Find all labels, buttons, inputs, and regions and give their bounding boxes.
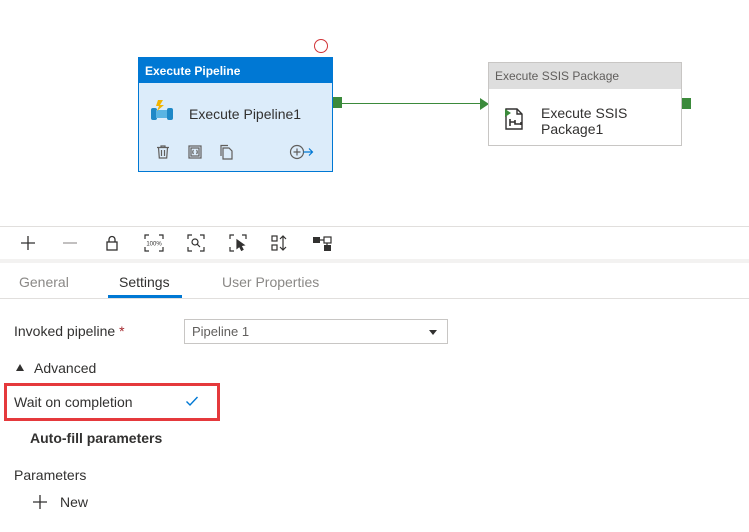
add-output-icon[interactable] [289, 143, 315, 166]
select-icon[interactable] [225, 230, 251, 256]
zoom-to-fit-icon[interactable] [183, 230, 209, 256]
activity-header: Execute SSIS Package [489, 63, 681, 89]
properties-tabs: General Settings User Properties [0, 265, 749, 299]
wait-on-completion-label: Wait on completion [14, 394, 133, 410]
ssis-package-icon [503, 107, 527, 136]
tab-general[interactable]: General [19, 274, 69, 290]
output-connector[interactable] [682, 98, 691, 109]
layout-icon[interactable] [309, 230, 335, 256]
execute-ssis-activity[interactable]: Execute SSIS Package Execute SSIS Packag… [488, 62, 682, 146]
required-marker: * [119, 323, 125, 339]
zoom-out-icon[interactable] [57, 230, 83, 256]
activity-name: Execute SSIS Package1 [541, 105, 628, 137]
activity-header: Execute Pipeline [139, 58, 332, 83]
parameters-icon[interactable] [187, 144, 203, 165]
select-value: Pipeline 1 [192, 324, 250, 339]
tab-user-properties[interactable]: User Properties [222, 274, 319, 290]
chevron-down-icon [429, 330, 437, 335]
copy-icon[interactable] [219, 144, 235, 165]
pipeline-canvas[interactable]: Execute Pipeline Execute Pipeline1 Execu… [0, 0, 749, 226]
status-circle-icon [314, 39, 328, 53]
svg-text:100%: 100% [146, 242, 162, 248]
auto-align-icon[interactable] [267, 230, 293, 256]
new-parameter-button[interactable]: New [60, 494, 88, 510]
auto-fill-parameters-button[interactable]: Auto-fill parameters [30, 430, 162, 446]
execute-pipeline-activity[interactable]: Execute Pipeline Execute Pipeline1 [138, 57, 333, 172]
advanced-toggle[interactable]: Advanced [34, 360, 96, 376]
invoked-pipeline-label: Invoked pipeline * [14, 323, 125, 339]
tab-settings[interactable]: Settings [119, 274, 170, 290]
dependency-arrow[interactable] [342, 103, 482, 104]
plus-icon[interactable] [32, 494, 48, 515]
collapse-triangle-icon[interactable] [16, 364, 24, 371]
lock-icon[interactable] [99, 230, 125, 256]
invoked-pipeline-select[interactable]: Pipeline 1 [184, 319, 448, 344]
output-connector[interactable] [333, 97, 342, 108]
canvas-toolbar: 100% [0, 226, 749, 259]
zoom-100-icon[interactable]: 100% [141, 230, 167, 256]
panel-divider [0, 259, 749, 263]
wait-on-completion-checkbox[interactable] [184, 393, 200, 409]
parameters-label: Parameters [14, 467, 87, 483]
activity-name: Execute Pipeline1 [189, 105, 302, 122]
zoom-in-icon[interactable] [15, 230, 41, 256]
pipeline-icon [149, 98, 175, 129]
active-tab-indicator [108, 295, 182, 298]
delete-icon[interactable] [155, 144, 171, 165]
